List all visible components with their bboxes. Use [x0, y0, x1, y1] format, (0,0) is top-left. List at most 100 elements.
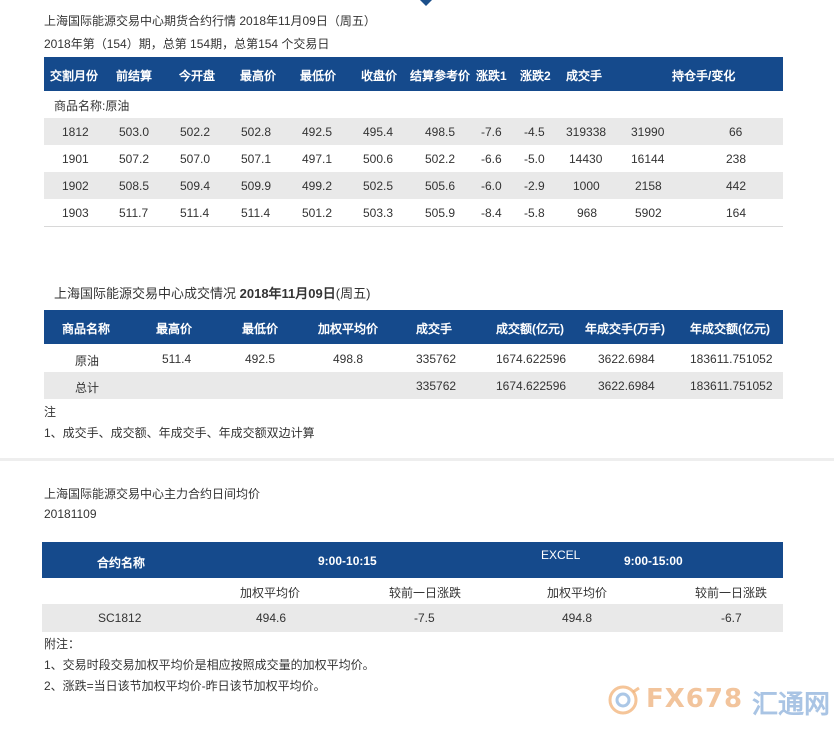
cell-weighted-avg: 498.8 [333, 352, 364, 366]
cell-close: 495.4 [363, 125, 394, 139]
cell-volume: 335762 [416, 352, 457, 366]
cell-change1: -7.6 [481, 125, 502, 139]
header-contract: 合约名称 [97, 556, 146, 570]
subheader-weighted-avg-2: 加权平均价 [547, 586, 608, 600]
section2-title-date: 2018年11月09日 [239, 286, 336, 301]
cell-volume: 335762 [416, 379, 457, 393]
section3-note-1: 1、交易时段交易加权平均价是相应按照成交量的加权平均价。 [44, 658, 375, 672]
header-annual-volume: 年成交手(万手) [585, 322, 665, 336]
cell-open-interest: 31990 [631, 125, 665, 139]
table-row-bg [42, 604, 783, 632]
cell-oi-change: 442 [726, 179, 747, 193]
header-low: 最低价 [242, 322, 279, 336]
cell-oi-change: 164 [726, 206, 747, 220]
subheader-change-2: 较前一日涨跌 [695, 586, 768, 600]
header-annual-turnover: 年成交额(亿元) [690, 322, 770, 336]
cell-low: 501.2 [302, 206, 333, 220]
section3-notes-label: 附注： [44, 637, 81, 651]
section2-table-header: 商品名称 最高价 最低价 加权平均价 成交手 成交额(亿元) 年成交手(万手) … [44, 310, 783, 344]
top-notch-marker [420, 0, 432, 6]
cell-month: 1901 [62, 152, 89, 166]
cell-change-1: -7.5 [414, 611, 435, 625]
cell-open: 507.0 [180, 152, 211, 166]
cell-settle-ref: 505.9 [425, 206, 456, 220]
subheader-change-1: 较前一日涨跌 [389, 586, 462, 600]
header-session1: 9:00-10:15 [318, 554, 377, 568]
section2-title-suffix: (周五) [335, 286, 371, 301]
header-volume: 成交手 [566, 69, 603, 83]
excel-link[interactable]: EXCEL [541, 548, 580, 562]
cell-volume: 14430 [569, 152, 603, 166]
cell-open-interest: 2158 [635, 179, 662, 193]
cell-oi-change: 66 [729, 125, 743, 139]
cell-contract: SC1812 [98, 611, 142, 625]
header-open-interest: 持仓手/变化 [672, 69, 736, 83]
cell-prev-settle: 507.2 [119, 152, 150, 166]
cell-prev-settle: 503.0 [119, 125, 150, 139]
cell-open: 502.2 [180, 125, 211, 139]
cell-weighted-avg-2: 494.8 [562, 611, 593, 625]
header-open: 今开盘 [179, 69, 216, 83]
table-row-bg [44, 372, 783, 399]
header-turnover: 成交额(亿元) [496, 322, 564, 336]
cell-month: 1812 [62, 125, 89, 139]
cell-volume: 1000 [573, 179, 600, 193]
watermark-brand: FX678 [646, 684, 744, 714]
cell-low: 492.5 [302, 125, 333, 139]
section1-title: 上海国际能源交易中心期货合约行情 2018年11月09日（周五） [44, 14, 376, 28]
cell-high: 502.8 [241, 125, 272, 139]
cell-prev-settle: 511.7 [119, 206, 149, 220]
cell-change2: -5.8 [524, 206, 545, 220]
header-high: 最高价 [240, 69, 277, 83]
cell-product: 原油 [75, 354, 100, 368]
table-bottom-line [44, 226, 783, 227]
section2-note-label: 注 [44, 405, 57, 419]
cell-close: 503.3 [363, 206, 394, 220]
cell-annual-turnover: 183611.751052 [690, 352, 773, 366]
cell-change1: -8.4 [481, 206, 502, 220]
cell-turnover: 1674.622596 [496, 352, 567, 366]
header-weighted-avg: 加权平均价 [318, 322, 379, 336]
cell-volume: 319338 [566, 125, 607, 139]
cell-high: 509.9 [241, 179, 272, 193]
cell-settle-ref: 505.6 [425, 179, 456, 193]
header-prev-settle: 前结算 [116, 69, 153, 83]
cell-turnover: 1674.622596 [496, 379, 567, 393]
subheader-weighted-avg-1: 加权平均价 [240, 586, 301, 600]
cell-prev-settle: 508.5 [119, 179, 150, 193]
cell-change-2: -6.7 [721, 611, 742, 625]
cell-high: 511.4 [162, 352, 192, 366]
cell-month: 1902 [62, 179, 89, 193]
header-session2: 9:00-15:00 [624, 554, 683, 568]
product-label: 商品名称:原油 [54, 99, 130, 113]
cell-low: 499.2 [302, 179, 333, 193]
watermark-cn: 汇通网 [752, 690, 831, 720]
header-volume: 成交手 [416, 322, 453, 336]
header-delivery-month: 交割月份 [50, 69, 99, 83]
section3-title: 上海国际能源交易中心主力合约日间均价 [44, 487, 261, 501]
cell-settle-ref: 502.2 [425, 152, 456, 166]
header-low: 最低价 [300, 69, 337, 83]
section2-note-text: 1、成交手、成交额、年成交手、年成交额双边计算 [44, 426, 315, 440]
header-change2: 涨跌2 [520, 69, 551, 83]
section2-title-prefix: 上海国际能源交易中心成交情况 [54, 286, 240, 301]
cell-settle-ref: 498.5 [425, 125, 456, 139]
cell-change2: -5.0 [524, 152, 545, 166]
fx678-watermark: FX678 汇通网 [606, 682, 830, 720]
cell-change1: -6.6 [481, 152, 502, 166]
header-change1: 涨跌1 [476, 69, 507, 83]
cell-change2: -2.9 [524, 179, 545, 193]
section3-date: 20181109 [44, 507, 97, 521]
header-high: 最高价 [156, 322, 193, 336]
cell-close: 500.6 [363, 152, 394, 166]
cell-high: 511.4 [241, 206, 271, 220]
cell-low: 492.5 [245, 352, 276, 366]
section-divider [0, 458, 834, 461]
cell-annual-turnover: 183611.751052 [690, 379, 773, 393]
cell-annual-volume: 3622.6984 [598, 352, 655, 366]
cell-change1: -6.0 [481, 179, 502, 193]
fx678-logo-icon [608, 685, 640, 715]
cell-low: 497.1 [302, 152, 333, 166]
section3-note-2: 2、涨跌=当日该节加权平均价-昨日该节加权平均价。 [44, 679, 326, 693]
cell-open-interest: 16144 [631, 152, 665, 166]
